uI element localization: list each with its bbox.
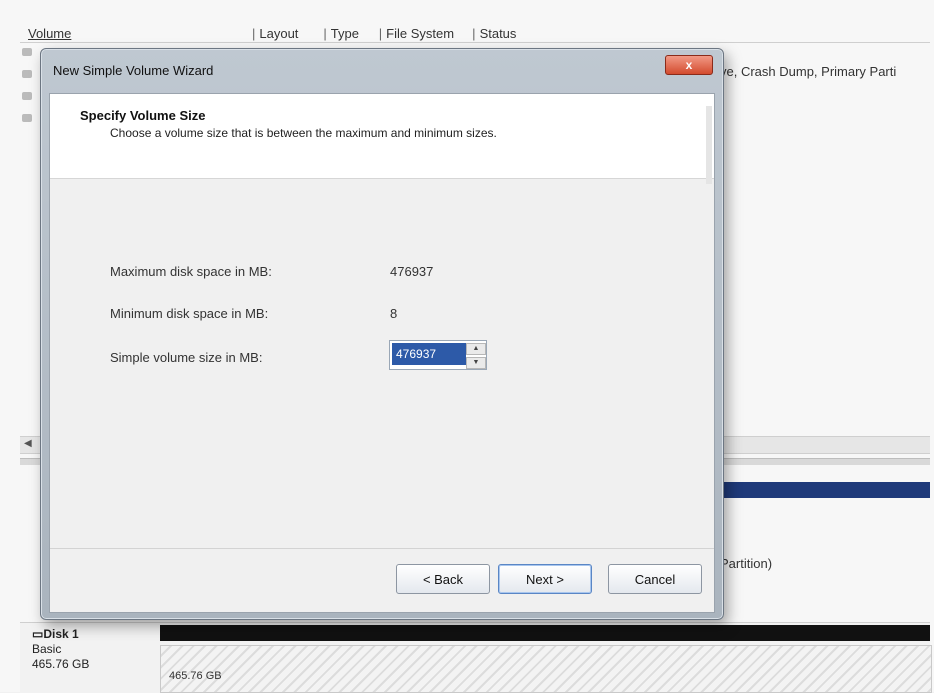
disk-1-size: 465.76 GB	[32, 657, 90, 671]
disk-0-partition-bar[interactable]	[720, 482, 930, 498]
disk-1-info[interactable]: ▭Disk 1 Basic 465.76 GB	[32, 627, 89, 672]
volume-row-icons	[22, 48, 34, 148]
spinner-buttons: ▲ ▼	[466, 343, 486, 369]
volume-status-text: ve, Crash Dump, Primary Parti	[720, 64, 897, 79]
volume-size-input[interactable]	[392, 343, 466, 365]
column-status[interactable]: Status	[480, 26, 540, 41]
max-disk-space-label: Maximum disk space in MB:	[110, 264, 272, 279]
min-disk-space-label: Minimum disk space in MB:	[110, 306, 269, 321]
back-button-label: < Back	[422, 571, 464, 587]
wizard-content: Specify Volume Size Choose a volume size…	[49, 93, 715, 613]
column-volume[interactable]: Volume	[20, 26, 248, 41]
unallocated-header-bar	[160, 625, 930, 641]
button-separator	[50, 548, 714, 549]
column-separator: |	[323, 25, 327, 41]
wizard-title: New Simple Volume Wizard	[53, 63, 214, 78]
drive-icon	[22, 114, 32, 122]
cancel-button-label: Cancel	[634, 571, 676, 587]
chevron-down-icon: ▼	[472, 359, 480, 366]
new-simple-volume-wizard: New Simple Volume Wizard x Specify Volum…	[40, 48, 724, 620]
scroll-left-icon[interactable]: ◀	[24, 438, 32, 449]
spin-up-button[interactable]: ▲	[466, 343, 486, 355]
next-button[interactable]: Next >	[498, 564, 592, 594]
volume-list-header: Volume | Layout | Type | File System | S…	[20, 24, 930, 43]
max-disk-space-value: 476937	[390, 264, 434, 279]
header-edge	[706, 106, 712, 184]
close-icon: x	[685, 58, 693, 72]
wizard-header: Specify Volume Size Choose a volume size…	[50, 94, 714, 184]
column-file-system[interactable]: File System	[386, 26, 468, 41]
spin-down-button[interactable]: ▼	[466, 357, 486, 369]
min-disk-space-value: 8	[390, 306, 398, 321]
page-subtitle: Choose a volume size that is between the…	[110, 126, 497, 140]
cancel-button[interactable]: Cancel	[608, 564, 702, 594]
disk-0-partition-label: Partition)	[720, 556, 773, 571]
volume-size-spinner[interactable]: ▲ ▼	[389, 340, 487, 370]
drive-icon	[22, 70, 32, 78]
back-button[interactable]: < Back	[396, 564, 490, 594]
disk-1-name: Disk 1	[43, 627, 79, 641]
page-title: Specify Volume Size	[80, 108, 206, 123]
close-button[interactable]: x	[665, 55, 713, 75]
disk-icon: ▭	[32, 627, 44, 641]
wizard-titlebar[interactable]: New Simple Volume Wizard x	[41, 49, 723, 89]
disk-1-panel: ▭Disk 1 Basic 465.76 GB 465.76 GB	[20, 622, 932, 693]
unallocated-size: 465.76 GB	[169, 670, 222, 682]
volume-size-label: Simple volume size in MB:	[110, 350, 263, 365]
disk-1-type: Basic	[32, 642, 62, 656]
chevron-up-icon: ▲	[472, 345, 480, 352]
column-separator: |	[472, 25, 476, 41]
column-separator: |	[378, 25, 383, 41]
unallocated-space[interactable]: 465.76 GB	[160, 645, 932, 693]
drive-icon	[22, 92, 32, 100]
next-button-label: Next >	[526, 571, 564, 587]
drive-icon	[22, 48, 32, 56]
column-layout[interactable]: Layout	[259, 26, 319, 41]
column-type[interactable]: Type	[331, 26, 375, 41]
column-separator: |	[252, 25, 256, 41]
